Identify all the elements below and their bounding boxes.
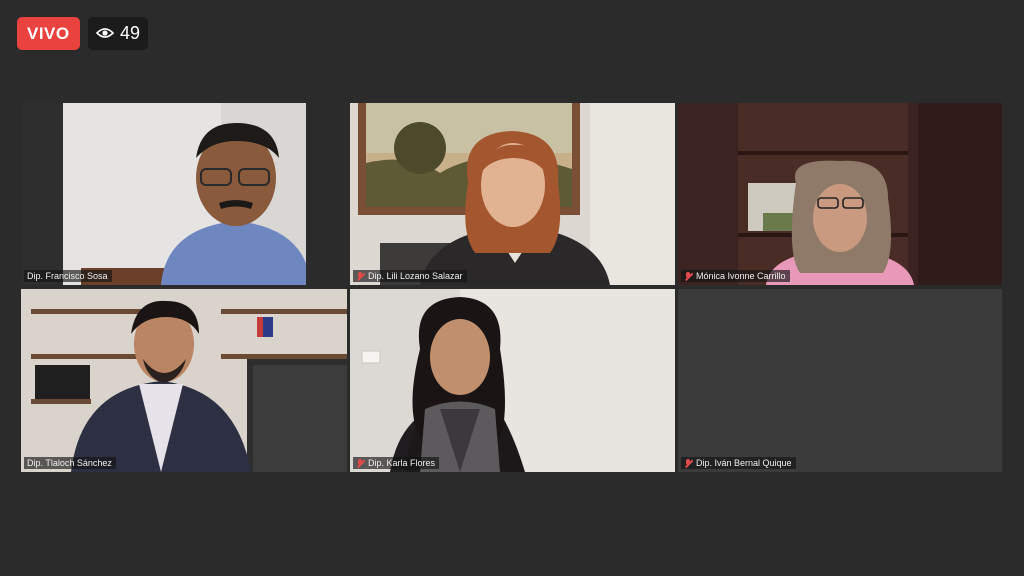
participant-video: [21, 103, 306, 285]
mic-muted-icon: [684, 271, 693, 281]
participant-name-tag: Dip. Lili Lozano Salazar: [353, 270, 467, 282]
participant-video: [678, 103, 1002, 285]
live-badge: VIVO: [17, 17, 80, 50]
video-grid: Dip. Francisco Sosa Dip. Lili Lozano Sal…: [21, 103, 1002, 472]
participant-name: Dip. Francisco Sosa: [27, 271, 108, 281]
participant-name: Mónica Ivonne Carrillo: [696, 271, 786, 281]
viewer-count: 49: [120, 23, 141, 43]
participant-name-tag: Mónica Ivonne Carrillo: [681, 270, 790, 282]
mic-muted-icon: [356, 271, 365, 281]
participant-name-tag: Dip. Tlaloch Sánchez: [24, 457, 116, 469]
participant-video: [350, 289, 675, 472]
eye-icon: [95, 23, 115, 44]
participant-name: Dip. Iván Bernal Quique: [696, 458, 792, 468]
video-tile[interactable]: Dip. Lili Lozano Salazar: [350, 103, 675, 285]
participant-name-tag: Dip. Francisco Sosa: [24, 270, 112, 282]
mic-muted-icon: [356, 458, 365, 468]
video-tile[interactable]: Mónica Ivonne Carrillo: [678, 103, 1002, 285]
participant-name: Dip. Tlaloch Sánchez: [27, 458, 112, 468]
video-tile[interactable]: Dip. Francisco Sosa: [21, 103, 306, 285]
viewer-count-badge: 49: [88, 17, 149, 50]
participant-video: [21, 289, 347, 472]
participant-video: [350, 103, 675, 285]
mic-muted-icon: [684, 458, 693, 468]
live-label: VIVO: [27, 23, 70, 43]
participant-name-tag: Dip. Iván Bernal Quique: [681, 457, 796, 469]
video-tile[interactable]: Dip. Karla Flores: [350, 289, 675, 472]
participant-name: Dip. Lili Lozano Salazar: [368, 271, 463, 281]
video-tile[interactable]: Dip. Iván Bernal Quique: [678, 289, 1002, 472]
participant-name-tag: Dip. Karla Flores: [353, 457, 440, 469]
video-tile-active-speaker[interactable]: Dip. Tlaloch Sánchez: [21, 289, 347, 472]
participant-name: Dip. Karla Flores: [368, 458, 436, 468]
